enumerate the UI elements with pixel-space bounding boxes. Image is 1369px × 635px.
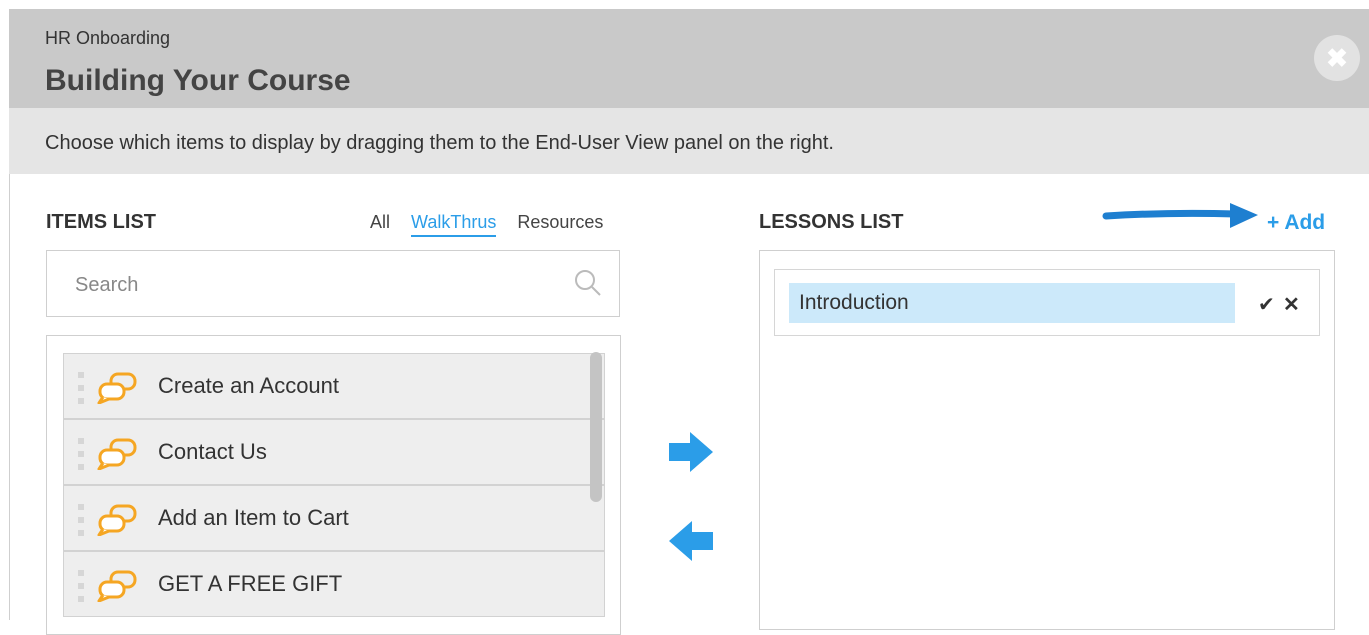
list-item[interactable]: Add an Item to Cart xyxy=(63,485,605,551)
filter-resources[interactable]: Resources xyxy=(517,212,603,232)
filter-walkthrus[interactable]: WalkThrus xyxy=(411,212,497,237)
item-label: GET A FREE GIFT xyxy=(158,571,343,596)
lesson-name-input[interactable] xyxy=(789,283,1235,323)
list-item[interactable]: GET A FREE GIFT xyxy=(63,551,605,617)
close-icon[interactable]: ✕ xyxy=(1283,292,1300,317)
drag-handle-icon[interactable] xyxy=(78,504,86,536)
item-label: Add an Item to Cart xyxy=(158,505,349,530)
close-dialog-button[interactable]: ✖ xyxy=(1314,35,1360,81)
top-margin xyxy=(0,0,1369,9)
items-list-panel: Create an Account Contact Us Add an Item… xyxy=(46,335,621,635)
dialog-title: Building Your Course xyxy=(45,64,351,97)
drag-handle-icon[interactable] xyxy=(78,372,86,404)
drag-handle-icon[interactable] xyxy=(78,570,86,602)
lesson-row: ✔ ✕ xyxy=(774,269,1320,336)
search-icon[interactable] xyxy=(573,268,603,298)
item-label: Contact Us xyxy=(158,439,267,464)
walkthru-icon xyxy=(97,570,137,602)
items-list-title: ITEMS LIST xyxy=(46,211,156,233)
search-box xyxy=(46,250,620,317)
walkthru-icon xyxy=(97,504,137,536)
instruction-bar: Choose which items to display by draggin… xyxy=(9,108,1369,174)
annotation-arrow-icon xyxy=(1102,203,1258,228)
lessons-list-title: LESSONS LIST xyxy=(759,211,904,233)
item-type-filters: All WalkThrus Resources xyxy=(370,212,619,237)
instruction-text: Choose which items to display by draggin… xyxy=(45,132,834,154)
dialog-border xyxy=(9,174,10,620)
arrow-left-icon[interactable] xyxy=(668,519,714,563)
close-icon: ✖ xyxy=(1326,42,1348,73)
items-scrollbar[interactable] xyxy=(590,352,602,502)
list-item[interactable]: Contact Us xyxy=(63,419,605,485)
list-item[interactable]: Create an Account xyxy=(63,353,605,419)
add-lesson-link[interactable]: + Add xyxy=(1267,211,1325,235)
arrow-right-icon[interactable] xyxy=(668,430,714,474)
walkthru-icon xyxy=(97,438,137,470)
course-name: HR Onboarding xyxy=(45,28,171,48)
item-label: Create an Account xyxy=(158,373,340,398)
drag-handle-icon[interactable] xyxy=(78,438,86,470)
dialog-header: HR Onboarding Building Your Course xyxy=(9,9,1369,108)
search-input[interactable] xyxy=(73,268,557,302)
filter-all[interactable]: All xyxy=(370,212,390,232)
walkthru-icon xyxy=(97,372,137,404)
check-icon[interactable]: ✔ xyxy=(1258,292,1275,317)
